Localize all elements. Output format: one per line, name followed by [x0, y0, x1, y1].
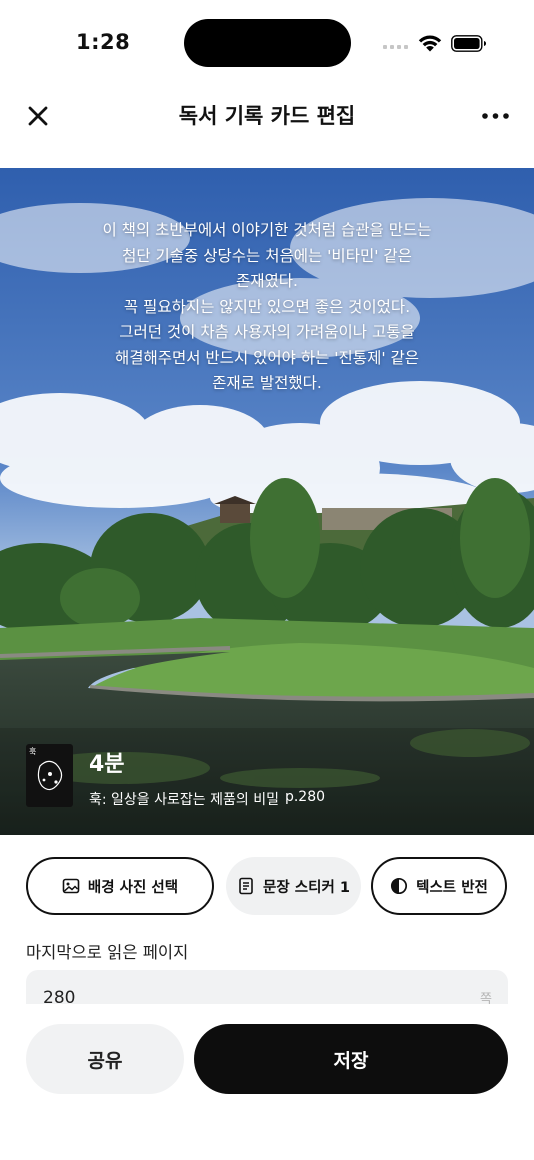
wifi-icon: [418, 35, 442, 52]
book-title: 훅: 일상을 사로잡는 제품의 비밀: [89, 792, 279, 808]
page-reference: p.280: [284, 789, 326, 805]
contrast-icon: [391, 877, 408, 895]
background-photo-button[interactable]: 배경 사진 선택: [26, 857, 214, 915]
last-page-unit: 쪽: [480, 992, 492, 1004]
image-icon: [62, 878, 80, 894]
share-button[interactable]: 공유: [26, 1024, 184, 1094]
quote-text[interactable]: 이 책의 초반부에서 이야기한 것처럼 습관을 만드는 첨단 기술중 상당수는 …: [60, 218, 474, 397]
status-bar: 1:28: [0, 0, 534, 86]
document-icon: [239, 877, 253, 895]
navigation-bar: 독서 기록 카드 편집: [0, 86, 534, 144]
battery-icon: [451, 35, 486, 52]
last-page-label: 마지막으로 읽은 페이지: [26, 943, 189, 962]
last-page-field-clip: 280 쪽: [0, 970, 534, 1004]
background-photo-label: 배경 사진 선택: [87, 879, 179, 896]
more-icon[interactable]: [478, 102, 514, 130]
invert-text-button[interactable]: 텍스트 반전: [371, 857, 507, 915]
sentence-sticker-label: 문장 스티커 1: [263, 879, 350, 896]
card-options: 배경 사진 선택 문장 스티커 1 텍스트 반전: [0, 857, 534, 915]
book-cover-thumbnail: 훅: [26, 744, 73, 807]
invert-text-label: 텍스트 반전: [416, 879, 488, 896]
status-time: 1:28: [76, 30, 131, 54]
page-title: 독서 기록 카드 편집: [178, 104, 356, 128]
reading-time: 4분: [89, 752, 125, 777]
book-info: 4분 훅: 일상을 사로잡는 제품의 비밀 p.280: [89, 746, 325, 809]
cellular-signal-icon: [383, 45, 408, 49]
reading-card-preview: 이 책의 초반부에서 이야기한 것처럼 습관을 만드는 첨단 기술중 상당수는 …: [0, 168, 534, 835]
last-page-value: 280: [43, 988, 76, 1004]
dynamic-island: [184, 19, 351, 67]
last-page-input[interactable]: 280 쪽: [26, 970, 508, 1004]
save-button[interactable]: 저장: [194, 1024, 508, 1094]
book-cover-art: [37, 760, 63, 791]
sentence-sticker-button[interactable]: 문장 스티커 1: [226, 857, 361, 915]
